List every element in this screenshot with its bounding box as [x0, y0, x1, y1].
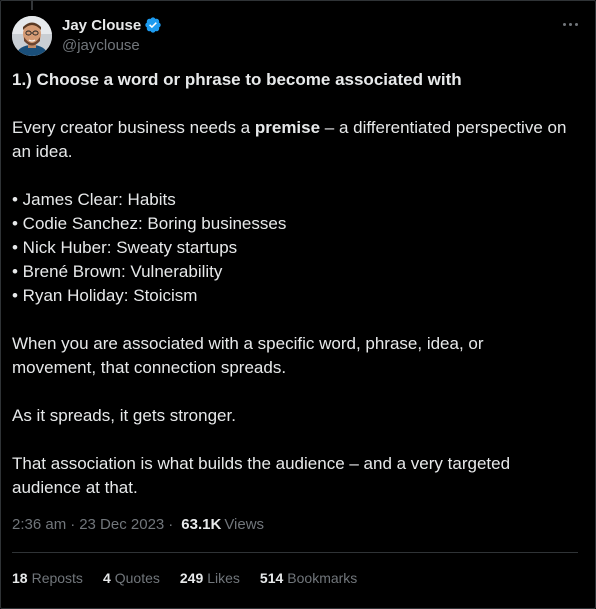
- avatar-photo-icon: [12, 16, 52, 56]
- meta-separator: ·: [168, 516, 174, 533]
- bullet-item: • James Clear: Habits: [12, 190, 176, 209]
- quotes-count: 4: [102, 570, 111, 586]
- reposts-label: Reposts: [31, 570, 83, 586]
- name-row: Jay Clouse: [62, 15, 162, 35]
- likes-label: Likes: [207, 570, 240, 586]
- thread-connector-line: [31, 0, 33, 10]
- tweet-paragraph-premise: Every creator business needs a premise –…: [12, 116, 572, 164]
- bookmarks-count: 514: [259, 570, 284, 586]
- bullet-item: • Ryan Holiday: Stoicism: [12, 286, 198, 305]
- bookmarks-label: Bookmarks: [287, 570, 358, 586]
- views-count: 63.1K: [181, 516, 222, 533]
- reposts-stat[interactable]: 18 Reposts: [12, 570, 83, 586]
- bullet-item: • Codie Sanchez: Boring businesses: [12, 214, 287, 233]
- premise-text-before: Every creator business needs a: [12, 118, 255, 137]
- author-handle[interactable]: @jayclouse: [62, 37, 162, 54]
- engagement-stats: 18 Reposts 4 Quotes 249 Likes 514 Bookmarks: [12, 570, 377, 586]
- bookmarks-stat[interactable]: 514 Bookmarks: [260, 570, 357, 586]
- avatar[interactable]: [12, 16, 52, 56]
- tweet-header: Jay Clouse @jayclouse: [12, 12, 582, 56]
- divider: [12, 552, 578, 553]
- views-label: Views: [224, 516, 265, 533]
- meta-separator: ·: [70, 516, 76, 533]
- bullet-item: • Nick Huber: Sweaty startups: [12, 238, 238, 257]
- tweet-time[interactable]: 2:36 am: [12, 516, 66, 533]
- bullet-item: • Brené Brown: Vulnerability: [12, 262, 223, 281]
- reposts-count: 18: [12, 570, 28, 586]
- author-display-name[interactable]: Jay Clouse: [62, 17, 141, 34]
- tweet-date[interactable]: 23 Dec 2023: [79, 516, 164, 533]
- likes-stat[interactable]: 249 Likes: [180, 570, 240, 586]
- tweet-meta: 2:36 am · 23 Dec 2023 · 63.1K Views: [12, 516, 264, 533]
- tweet-paragraph-spreads: As it spreads, it gets stronger.: [12, 406, 236, 425]
- tweet-paragraph-audience: That association is what builds the audi…: [12, 454, 511, 497]
- quotes-stat[interactable]: 4 Quotes: [103, 570, 160, 586]
- tweet-body: 1.) Choose a word or phrase to become as…: [12, 68, 572, 500]
- verified-badge-icon[interactable]: [144, 16, 162, 34]
- tweet-heading: 1.) Choose a word or phrase to become as…: [12, 70, 462, 89]
- more-horizontal-icon[interactable]: [560, 16, 580, 32]
- author-block: Jay Clouse @jayclouse: [62, 15, 162, 54]
- premise-bold-word: premise: [254, 118, 321, 137]
- likes-count: 249: [179, 570, 204, 586]
- quotes-label: Quotes: [114, 570, 160, 586]
- tweet-paragraph-association: When you are associated with a specific …: [12, 334, 484, 377]
